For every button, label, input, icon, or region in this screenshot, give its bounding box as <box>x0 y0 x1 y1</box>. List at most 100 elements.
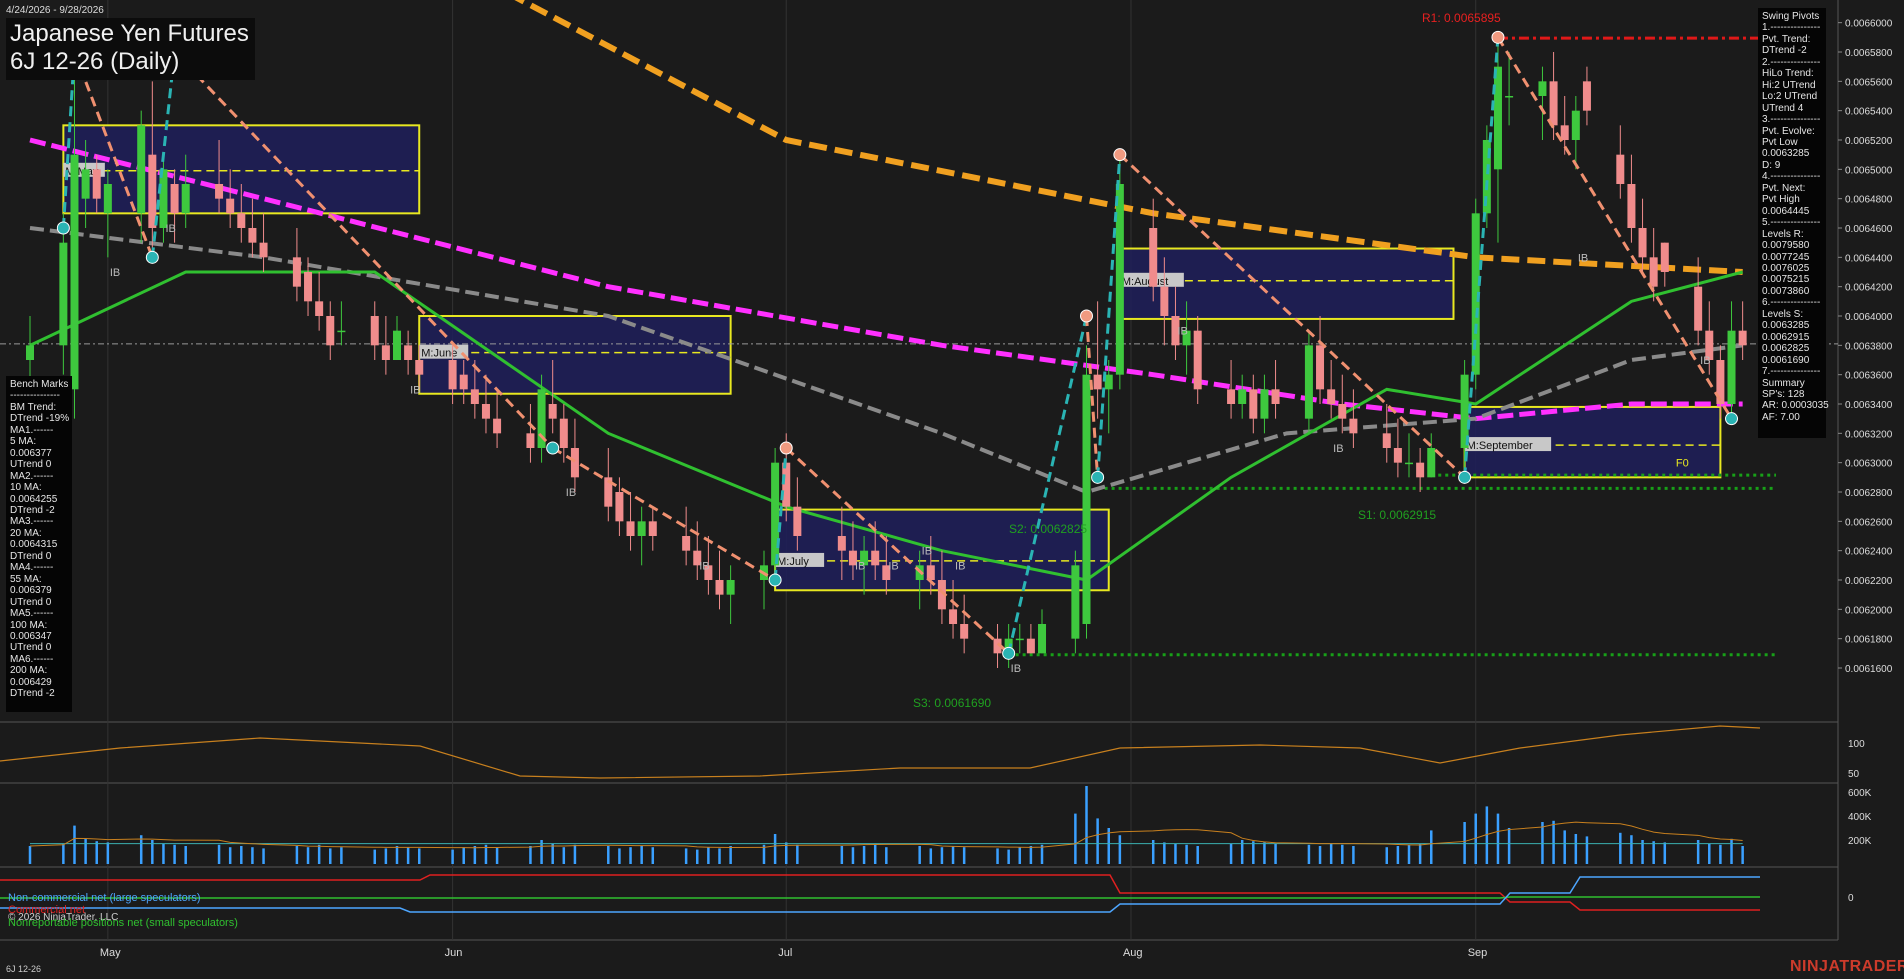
volume-tick-label: 600K <box>1848 788 1872 799</box>
candle-body <box>1738 330 1747 346</box>
bench-marks-line: 5 MA: <box>10 436 37 448</box>
candle-body <box>1649 257 1658 287</box>
candle-body <box>1227 389 1236 404</box>
candle-body <box>793 506 802 536</box>
swing-pivots-line: 2.--------------- <box>1762 56 1821 68</box>
candle-body <box>715 580 724 595</box>
s1-label: S1: 0.0062915 <box>1358 508 1437 522</box>
bench-marks-line: 20 MA: <box>10 527 42 539</box>
month-box-label: M:August <box>1122 276 1168 288</box>
candle-body <box>459 374 468 390</box>
ib-marker: IB <box>955 560 965 572</box>
swing-pivots-line: Hi:2 UTrend <box>1762 79 1816 91</box>
candle-body <box>1160 286 1169 316</box>
ib-marker: IB <box>165 223 175 235</box>
swing-pivots-line: UTrend 4 <box>1762 102 1804 114</box>
legend-noncommercial: Non-commercial net (large speculators) <box>8 892 201 904</box>
legend-nonreportable: Nonreportable positions net (small specu… <box>8 917 238 929</box>
bench-marks-line: 0.006379 <box>10 585 52 597</box>
candle-body <box>159 169 168 228</box>
candle-body <box>626 521 635 536</box>
candle-body <box>448 360 457 390</box>
candle-body <box>1338 404 1347 419</box>
ib-marker: IB <box>888 560 898 572</box>
bench-marks-line: DTrend -19% <box>10 413 70 425</box>
candle-body <box>960 624 969 639</box>
candle-body <box>259 242 268 258</box>
price-tick-label: 0.0063400 <box>1845 400 1893 411</box>
bench-marks-line: MA6.------ <box>10 653 54 665</box>
price-tick-label: 0.0065200 <box>1845 136 1893 147</box>
candle-body <box>1382 433 1391 448</box>
price-tick-label: 0.0065400 <box>1845 107 1893 118</box>
candle-body <box>493 418 502 434</box>
chart-title-box: Japanese Yen Futures 6J 12-26 (Daily) <box>6 18 255 80</box>
candle-body <box>648 521 657 536</box>
swing-pivots-line: 4.--------------- <box>1762 171 1821 183</box>
candle-body <box>1393 448 1402 463</box>
candle-body <box>526 433 535 448</box>
candle-body <box>470 389 479 404</box>
candle-body <box>1015 638 1024 641</box>
swing-pivots-line: Levels S: <box>1762 308 1804 320</box>
candle-body <box>726 580 735 595</box>
candle-body <box>1349 418 1358 434</box>
swing-pivots-line: Pvt. Trend: <box>1762 33 1811 45</box>
chart-subtitle: 6J 12-26 (Daily) <box>10 48 180 75</box>
candle-body <box>1627 184 1636 228</box>
candle-body <box>237 213 246 228</box>
date-range: 4/24/2026 - 9/28/2026 <box>6 5 104 16</box>
swing-pivots-line: 7.--------------- <box>1762 366 1821 378</box>
candle-body <box>1538 81 1547 96</box>
month-box-label: M:June <box>421 348 457 360</box>
bench-marks-line: MA1.------ <box>10 424 54 436</box>
ib-marker: IB <box>1578 252 1588 264</box>
price-tick-label: 0.0062600 <box>1845 517 1893 528</box>
ib-marker: IB <box>110 267 120 279</box>
month-box-label: M:July <box>777 556 809 568</box>
candle-body <box>59 242 68 346</box>
ib-marker: IB <box>699 560 709 572</box>
oscillator-tick-label: 100 <box>1848 739 1865 750</box>
swing-pivots-line: 0.0063285 <box>1762 148 1810 160</box>
candle-body <box>1149 228 1158 287</box>
swing-pivots-line: Lo:2 UTrend <box>1762 91 1818 103</box>
candle-body <box>559 418 568 448</box>
price-tick-label: 0.0062000 <box>1845 605 1893 616</box>
bench-marks-line: UTrend 0 <box>10 596 52 608</box>
price-tick-label: 0.0061600 <box>1845 664 1893 675</box>
candle-body <box>404 345 413 360</box>
candle-body <box>1026 638 1035 654</box>
price-tick-label: 0.0064800 <box>1845 195 1893 206</box>
price-tick-label: 0.0062400 <box>1845 547 1893 558</box>
bench-marks-line: 0.006347 <box>10 630 52 642</box>
candle-body <box>1427 448 1436 478</box>
candle-body <box>137 125 146 214</box>
swing-pivots-line: 0.0062825 <box>1762 343 1810 355</box>
candle-body <box>337 330 346 333</box>
candle-body <box>1493 66 1502 170</box>
candle-body <box>370 316 379 346</box>
swing-pivot-dot <box>1725 412 1739 426</box>
footer-symbol: 6J 12-26 <box>6 964 42 974</box>
bench-marks-line: MA3.------ <box>10 516 54 528</box>
bench-marks-line: 0.0064255 <box>10 493 58 505</box>
candle-body <box>170 184 179 214</box>
swing-pivot-dot <box>1079 309 1093 323</box>
swing-pivot-dot <box>546 441 560 455</box>
candle-body <box>1571 110 1580 140</box>
bench-marks-line: MA5.------ <box>10 608 54 620</box>
candle-body <box>1260 389 1269 419</box>
candle-body <box>92 169 101 199</box>
price-axis[interactable]: 0.0066000 0.0065800 0.0065600 0.0065400 0.00… <box>1838 19 1893 675</box>
swing-pivot-dot <box>768 573 782 587</box>
swing-pivots-line: 0.0079580 <box>1762 240 1810 252</box>
candle-body <box>148 154 157 228</box>
swing-pivots-line: 6.--------------- <box>1762 297 1821 309</box>
candle-body <box>1082 374 1091 624</box>
swing-pivot-dot <box>56 221 70 235</box>
chart-title: Japanese Yen Futures <box>10 20 249 47</box>
candle-body <box>304 272 313 302</box>
ninjatrader-logo: NINJATRADER <box>1790 958 1904 975</box>
candle-body <box>1405 462 1414 465</box>
